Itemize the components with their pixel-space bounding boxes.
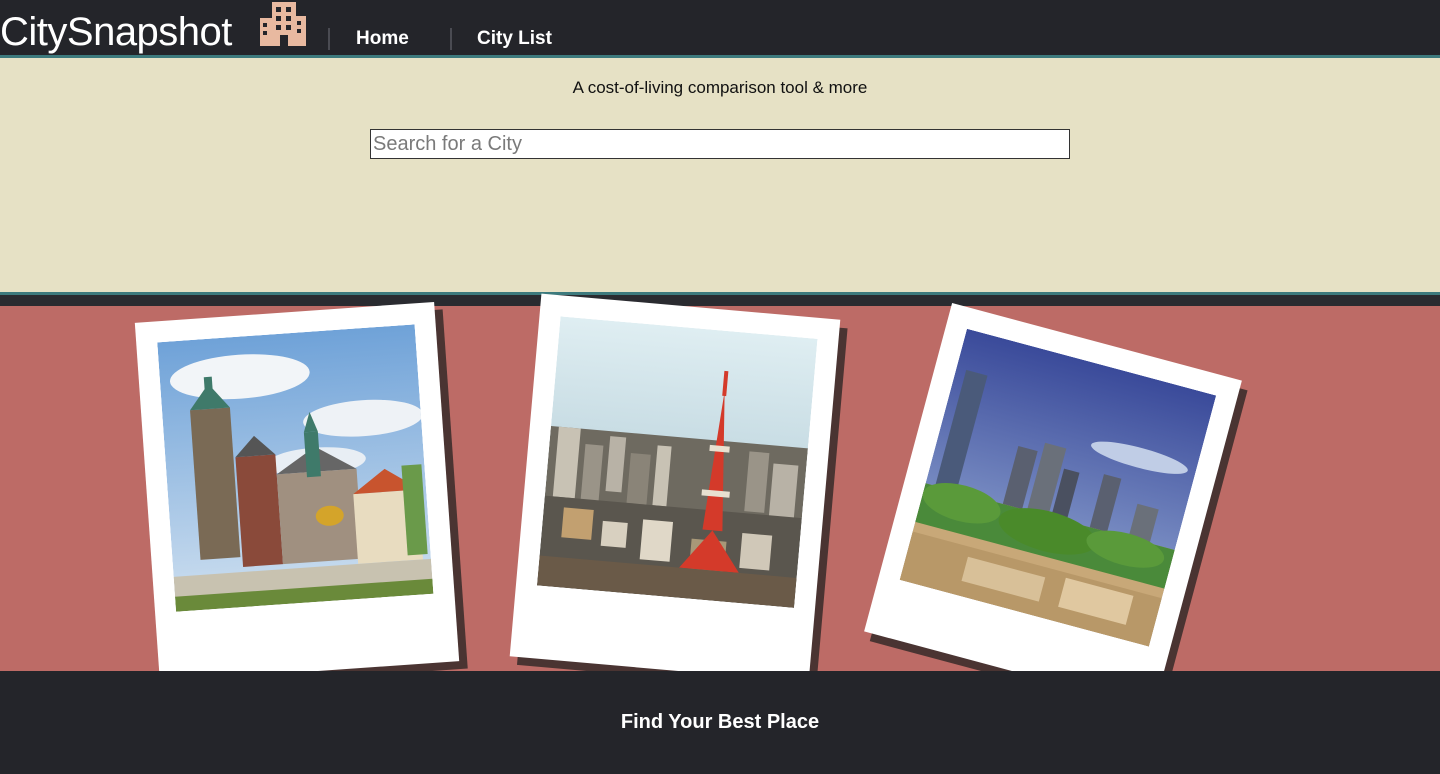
nav-separator xyxy=(328,28,330,50)
tagline: A cost-of-living comparison tool & more xyxy=(572,78,868,97)
polaroid-card-castle[interactable] xyxy=(134,301,460,683)
nav-separator xyxy=(450,28,452,50)
brand-logo-text[interactable]: CitySnapshot xyxy=(0,8,232,56)
nav-home-link[interactable]: Home xyxy=(356,28,409,50)
city-buildings-icon xyxy=(258,0,308,48)
hero-section: A cost-of-living comparison tool & more xyxy=(0,58,1440,292)
city-skyline-photo xyxy=(899,328,1217,647)
nav-city-list-link[interactable]: City List xyxy=(477,28,552,50)
tower-skyline-photo xyxy=(536,316,818,608)
divider-strip xyxy=(0,295,1440,306)
city-search-input[interactable] xyxy=(370,129,1070,159)
polaroid-card-skyline[interactable] xyxy=(864,302,1242,710)
footer: Find Your Best Place xyxy=(0,671,1440,774)
photo-gallery xyxy=(0,293,1440,710)
polaroid-card-tower[interactable] xyxy=(509,293,841,683)
top-navbar: CitySnapshot Home City List xyxy=(0,0,1440,55)
footer-tagline: Find Your Best Place xyxy=(620,711,820,733)
castle-cathedral-photo xyxy=(157,324,434,612)
